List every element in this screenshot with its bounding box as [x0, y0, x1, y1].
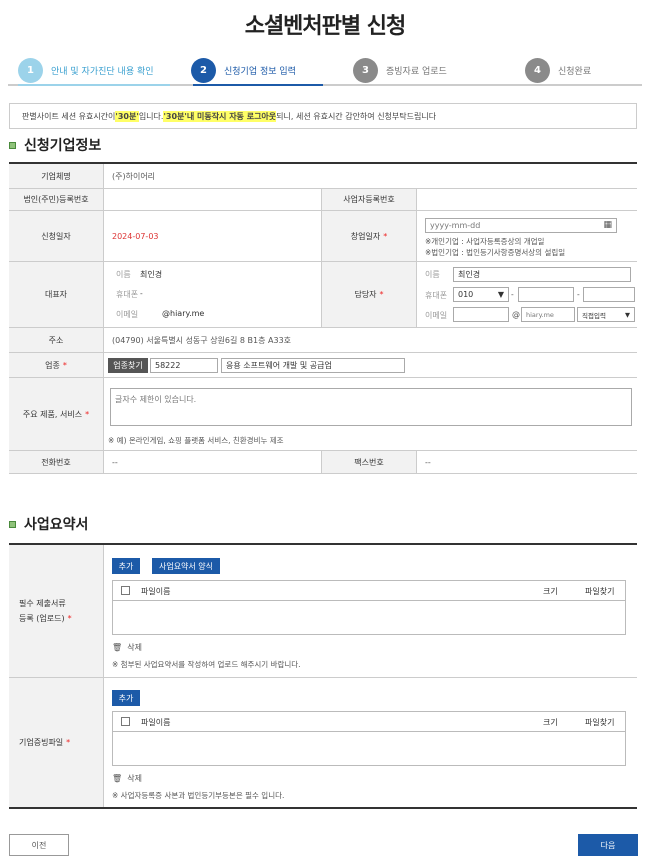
prev-button[interactable]: 이전: [9, 834, 69, 856]
fax-value: --: [425, 457, 431, 467]
progress-active: [193, 84, 323, 86]
step-number: 3: [353, 57, 378, 83]
step-number: 2: [191, 57, 216, 83]
manager-name-input[interactable]: 최인경: [453, 267, 631, 282]
add-file-button[interactable]: 추가: [112, 558, 140, 574]
table-row: 주소 (04790) 서울특별시 성동구 상원6길 8 B1층 A33호: [9, 328, 637, 353]
step-indicator: 1 안내 및 자가진단 내용 확인 2 신청기업 정보 입력 3 증빙자료 업로…: [8, 52, 642, 88]
trash-icon: 🗑: [112, 643, 123, 652]
phone-prefix-select[interactable]: 010 ▼: [453, 287, 509, 302]
table-row: 전화번호 -- 팩스번호 --: [9, 451, 637, 474]
required-mark: *: [66, 738, 71, 747]
page-title: 소셜벤처판별 신청: [244, 14, 407, 39]
manager-label: 담당자 *: [322, 262, 417, 327]
progress-done: [18, 84, 170, 86]
step-label: 신청완료: [558, 66, 592, 77]
email-id-input[interactable]: [453, 307, 509, 322]
notice-highlight: '30분': [115, 110, 139, 122]
summary-template-button[interactable]: 사업요약서 양식: [152, 558, 220, 574]
section-title-company: 신청기업정보: [9, 135, 101, 155]
manager-cell: 이름 최인경 휴대폰 010 ▼ - - 이메일 @ hiary.me 직접입력 ▼: [417, 262, 637, 327]
company-info-table: 기업체명 (주)하이어리 법인(주민)등록번호 사업자등록번호 신청일자 202…: [9, 162, 637, 474]
required-mark: *: [383, 231, 388, 241]
delete-link[interactable]: 🗑 삭제: [112, 642, 142, 653]
found-date-label: 창업일자 *: [322, 211, 417, 261]
required-mark: *: [379, 290, 384, 299]
next-button[interactable]: 다음: [578, 834, 638, 856]
product-textarea[interactable]: 글자수 제한이 있습니다.: [110, 388, 632, 426]
corp-no-value: [104, 189, 322, 210]
step-4: 4 신청완료: [525, 52, 591, 88]
industry-search-button[interactable]: 업종찾기: [108, 358, 148, 373]
evidence-files-label: 기업증빙파일 *: [9, 678, 104, 807]
ceo-cell: 이름 최인경 휴대폰 - 이메일 @hiary.me: [104, 262, 322, 327]
step-label: 신청기업 정보 입력: [224, 66, 296, 77]
calendar-icon[interactable]: ▦: [603, 220, 612, 230]
file-list-table: 파일이름 크기 파일찾기: [112, 580, 626, 635]
table-row: 법인(주민)등록번호 사업자등록번호: [9, 189, 637, 211]
table-row: 주요 제품, 서비스 * 글자수 제한이 있습니다. ※ 예) 온라인게임, 쇼핑…: [9, 378, 637, 451]
table-row: 신청일자 2024-07-03 창업일자 * yyyy-mm-dd ▦ ※개인기업…: [9, 211, 637, 262]
step-label: 증빙자료 업로드: [386, 66, 447, 77]
section-bullet-icon: [9, 141, 16, 149]
required-docs-label: 필수 제출서류 등록 (업로드) *: [9, 545, 104, 677]
select-all-checkbox[interactable]: [121, 586, 130, 595]
delete-link[interactable]: 🗑 삭제: [112, 773, 142, 784]
product-cell: 글자수 제한이 있습니다. ※ 예) 온라인게임, 쇼핑 플랫폼 서비스, 친환…: [104, 378, 637, 450]
chevron-down-icon: ▼: [625, 310, 630, 319]
industry-name-input[interactable]: 응용 소프트웨어 개발 및 공급업: [221, 358, 405, 373]
step-number: 4: [525, 57, 550, 83]
phone-last-input[interactable]: [583, 287, 635, 302]
trash-icon: 🗑: [112, 774, 123, 783]
industry-code-input[interactable]: 58222: [150, 358, 218, 373]
notice-text: 판별사이트 세션 유효시간이: [22, 111, 116, 121]
tel-value: --: [104, 451, 322, 473]
step-1: 1 안내 및 자가진단 내용 확인: [18, 52, 154, 88]
required-mark: *: [62, 360, 67, 370]
add-evidence-button[interactable]: 추가: [112, 690, 140, 706]
biz-no-value: [417, 189, 637, 210]
table-row: 대표자 이름 최인경 휴대폰 - 이메일 @hiary.me 담당자 * 이름 최…: [9, 262, 637, 328]
required-docs-cell: 추가 사업요약서 양식 파일이름 크기 파일찾기 🗑 삭제 ※ 첨부된 사업요약…: [104, 545, 637, 677]
apply-date-value: 2024-07-03: [104, 211, 322, 261]
section-bullet-icon: [9, 520, 16, 528]
select-all-checkbox[interactable]: [121, 717, 130, 726]
table-row: 기업체명 (주)하이어리: [9, 164, 637, 189]
required-mark: *: [85, 409, 90, 419]
evidence-files-cell: 추가 파일이름 크기 파일찾기 🗑 삭제 ※ 사업자등록증 사본과 법인등기부등…: [104, 678, 637, 807]
notice-text: 입니다.: [138, 111, 164, 121]
file-list-header: 파일이름 크기 파일찾기: [113, 581, 625, 601]
found-date-cell: yyyy-mm-dd ▦ ※개인기업 : 사업자등록증상의 개업일 ※법인기업 …: [417, 211, 637, 261]
email-domain-input[interactable]: hiary.me: [521, 307, 575, 322]
table-row: 필수 제출서류 등록 (업로드) * 추가 사업요약서 양식 파일이름 크기 파일…: [9, 545, 637, 678]
session-notice: 판별사이트 세션 유효시간이 '30분' 입니다. '30분'내 미동작시 자동…: [9, 103, 637, 129]
industry-label: 업종 *: [9, 353, 104, 377]
file-list-header: 파일이름 크기 파일찾기: [113, 712, 625, 732]
summary-table: 필수 제출서류 등록 (업로드) * 추가 사업요약서 양식 파일이름 크기 파일…: [9, 543, 637, 809]
company-name-value: (주)하이어리: [112, 171, 156, 181]
found-date-input[interactable]: yyyy-mm-dd ▦: [425, 218, 617, 233]
step-label: 안내 및 자가진단 내용 확인: [51, 66, 154, 77]
phone-middle-input[interactable]: [518, 287, 574, 302]
step-progress-line: [8, 84, 642, 86]
chevron-down-icon: ▼: [497, 290, 504, 299]
address-value: (04790) 서울특별시 성동구 상원6길 8 B1층 A33호: [112, 335, 292, 345]
table-row: 업종 * 업종찾기 58222 응용 소프트웨어 개발 및 공급업: [9, 353, 637, 378]
step-2: 2 신청기업 정보 입력: [191, 52, 296, 88]
evidence-file-list-table: 파일이름 크기 파일찾기: [112, 711, 626, 766]
table-row: 기업증빙파일 * 추가 파일이름 크기 파일찾기 🗑 삭제 ※ 사업자등록증 사본…: [9, 678, 637, 809]
step-number: 1: [18, 57, 43, 83]
notice-text: 되니, 세션 유효시간 감안하여 신청부탁드립니다: [276, 111, 437, 121]
notice-highlight: '30분'내 미동작시 자동 로그아웃: [163, 110, 277, 122]
section-title-summary: 사업요약서: [9, 514, 88, 534]
required-mark: *: [67, 614, 72, 623]
step-3: 3 증빙자료 업로드: [353, 52, 447, 88]
product-label: 주요 제품, 서비스 *: [9, 378, 104, 450]
email-domain-select[interactable]: 직접입력 ▼: [577, 307, 635, 322]
industry-cell: 업종찾기 58222 응용 소프트웨어 개발 및 공급업: [104, 353, 637, 377]
